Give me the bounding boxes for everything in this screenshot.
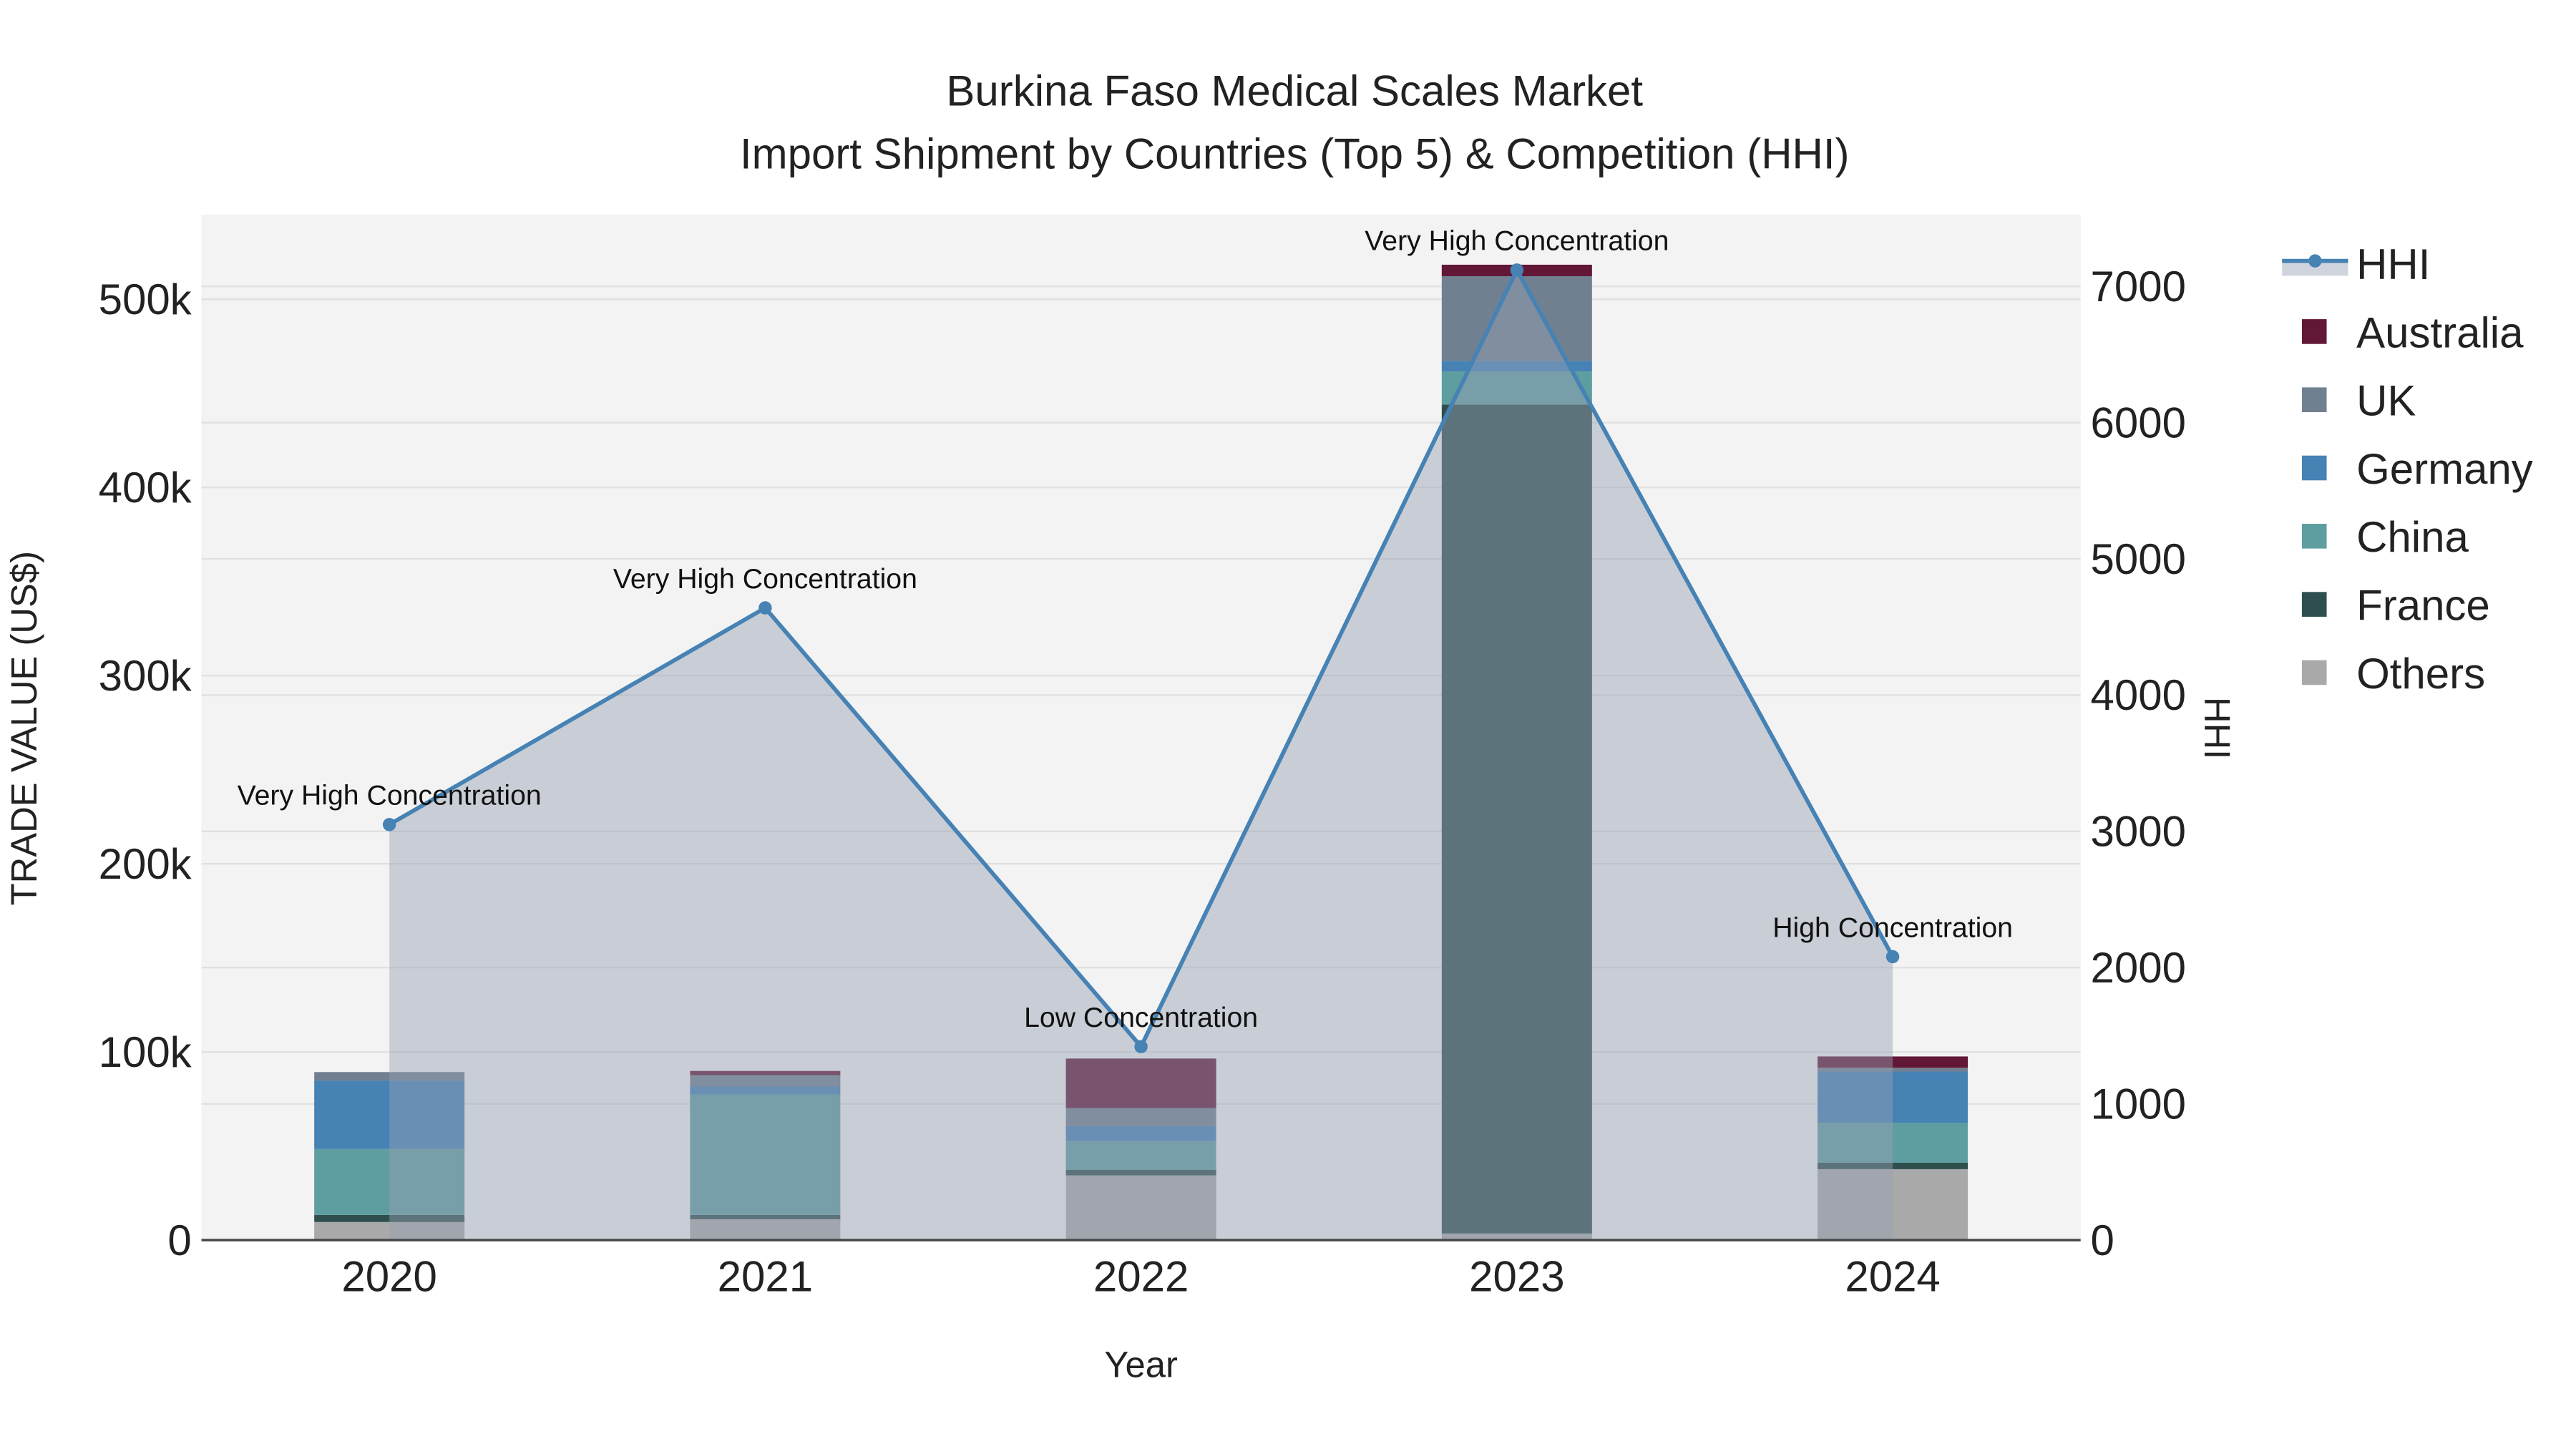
x-tick-label: 2024	[1845, 1253, 1940, 1301]
y2-tick-label: 3000	[2091, 808, 2186, 856]
x-axis-label: Year	[1104, 1345, 1178, 1385]
hhi-point	[1885, 950, 1900, 964]
hhi-point	[1510, 263, 1524, 277]
legend-label-germany: Germany	[2356, 445, 2533, 493]
y-axis-ticks: 0 100k 200k 300k 400k 500k	[99, 275, 192, 1264]
y2-tick-label: 4000	[2091, 671, 2186, 719]
legend-swatch-australia	[2301, 319, 2327, 344]
x-axis-ticks: 2020 2021 2022 2023 2024	[341, 1253, 1940, 1301]
legend-label-uk: UK	[2356, 377, 2416, 425]
legend-label-australia: Australia	[2356, 308, 2524, 356]
y2-tick-label: 0	[2091, 1216, 2114, 1264]
y2-tick-label: 7000	[2091, 263, 2186, 311]
legend-label-france: France	[2356, 582, 2490, 630]
chart-subtitle: Import Shipment by Countries (Top 5) & C…	[740, 130, 1850, 177]
legend-swatch-germany	[2301, 455, 2327, 481]
legend-label-china: China	[2356, 513, 2469, 561]
y2-tick-label: 6000	[2091, 399, 2186, 447]
y-tick-label: 500k	[99, 275, 192, 323]
y-tick-label: 0	[167, 1216, 191, 1264]
y-tick-label: 200k	[99, 840, 192, 888]
legend: HHI Australia UK Germany China France Others	[2282, 240, 2533, 698]
legend-swatch-others	[2301, 660, 2327, 686]
y2-tick-label: 5000	[2091, 535, 2186, 583]
x-tick-label: 2022	[1093, 1253, 1189, 1301]
x-tick-label: 2023	[1469, 1253, 1564, 1301]
y2-tick-label: 2000	[2091, 944, 2186, 992]
legend-swatch-hhi-marker	[2308, 254, 2322, 268]
legend-label-others: Others	[2356, 650, 2485, 698]
legend-swatch-france	[2301, 592, 2327, 617]
hhi-point	[758, 601, 772, 615]
hhi-annotation: Low Concentration	[1024, 1002, 1258, 1033]
hhi-annotation: Very High Concentration	[238, 780, 542, 811]
legend-swatch-china	[2301, 524, 2327, 549]
chart: Burkina Faso Medical Scales Market Impor…	[4, 67, 2533, 1385]
y2-axis-ticks: 0 1000 2000 3000 4000 5000 6000 7000	[2091, 263, 2186, 1264]
x-tick-label: 2021	[718, 1253, 813, 1301]
hhi-annotation: High Concentration	[1772, 912, 2013, 943]
y-axis-label: TRADE VALUE (US$)	[4, 551, 44, 905]
hhi-annotation: Very High Concentration	[613, 563, 917, 595]
y-tick-label: 400k	[99, 464, 192, 512]
y2-axis-label: HHI	[2197, 697, 2238, 759]
y2-tick-label: 1000	[2091, 1080, 2186, 1128]
y-tick-label: 100k	[99, 1028, 192, 1076]
chart-title: Burkina Faso Medical Scales Market	[946, 67, 1643, 115]
hhi-point	[382, 818, 396, 831]
legend-swatch-uk	[2301, 387, 2327, 412]
x-tick-label: 2020	[341, 1253, 436, 1301]
legend-label-hhi: HHI	[2356, 240, 2430, 288]
hhi-annotation: Very High Concentration	[1365, 225, 1669, 257]
hhi-point	[1134, 1040, 1148, 1053]
y-tick-label: 300k	[99, 652, 192, 700]
